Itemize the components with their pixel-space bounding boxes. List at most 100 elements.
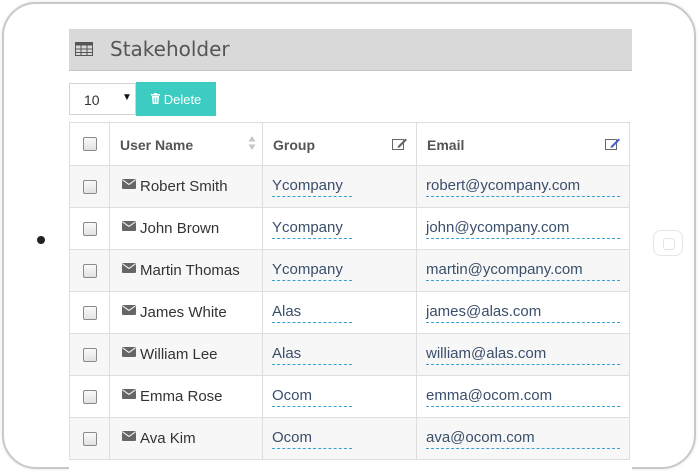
envelope-icon — [122, 386, 136, 403]
table-row: Robert Smith Ycompany robert@ycompany.com — [69, 165, 630, 208]
delete-button[interactable]: Delete — [136, 82, 216, 116]
group-editable[interactable]: Alas — [272, 303, 352, 323]
email-cell: ava@ocom.com — [416, 417, 630, 460]
group-cell: Ycompany — [262, 207, 417, 250]
table-row: William Lee Alas william@alas.com — [69, 333, 630, 376]
group-cell: Ycompany — [262, 165, 417, 208]
group-editable[interactable]: Ycompany — [272, 219, 352, 239]
envelope-icon — [122, 344, 136, 361]
email-editable[interactable]: martin@ycompany.com — [426, 261, 620, 281]
email-value: emma@ocom.com — [426, 387, 620, 407]
group-editable[interactable]: Ycompany — [272, 177, 352, 197]
user-name-cell: William Lee — [109, 333, 263, 376]
user-name-cell: Martin Thomas — [109, 249, 263, 292]
row-select-cell — [69, 207, 110, 250]
column-header-user-name[interactable]: User Name — [109, 122, 263, 166]
group-value: Ocom — [272, 387, 352, 407]
page-title: Stakeholder — [110, 37, 230, 61]
app-screen: Stakeholder 10 ▼ Delete User Name Group … — [69, 29, 632, 473]
email-editable[interactable]: john@ycompany.com — [426, 219, 620, 239]
group-value: Alas — [272, 345, 352, 365]
group-value: Ycompany — [272, 261, 352, 281]
row-checkbox[interactable] — [82, 263, 97, 278]
user-name: Emma Rose — [140, 387, 223, 405]
home-button[interactable] — [653, 230, 683, 256]
row-checkbox[interactable] — [82, 431, 97, 446]
group-editable[interactable]: Ocom — [272, 429, 352, 449]
table-header-row: User Name Group Email — [69, 122, 630, 166]
group-value: Ycompany — [272, 177, 352, 197]
email-cell: emma@ocom.com — [416, 375, 630, 418]
row-checkbox[interactable] — [82, 305, 97, 320]
user-name-cell: Ava Kim — [109, 417, 263, 460]
table-grid-icon — [75, 42, 93, 61]
user-name: Ava Kim — [140, 429, 196, 447]
email-cell: william@alas.com — [416, 333, 630, 376]
row-select-cell — [69, 291, 110, 334]
user-name: James White — [140, 303, 227, 321]
row-select-cell — [69, 249, 110, 292]
email-editable[interactable]: james@alas.com — [426, 303, 620, 323]
group-cell: Ocom — [262, 375, 417, 418]
email-value: robert@ycompany.com — [426, 177, 620, 197]
edit-icon[interactable] — [605, 137, 621, 153]
user-name: William Lee — [140, 345, 218, 363]
envelope-icon — [122, 260, 136, 277]
user-name: Martin Thomas — [140, 261, 240, 279]
user-name-cell: Emma Rose — [109, 375, 263, 418]
email-editable[interactable]: robert@ycompany.com — [426, 177, 620, 197]
select-all-checkbox[interactable] — [82, 137, 97, 151]
row-select-cell — [69, 375, 110, 418]
row-select-cell — [69, 165, 110, 208]
user-name: John Brown — [140, 219, 220, 237]
email-value: james@alas.com — [426, 303, 620, 323]
page-size-value: 10 — [84, 92, 100, 108]
group-editable[interactable]: Ycompany — [272, 261, 352, 281]
table-row: Emma Rose Ocom emma@ocom.com — [69, 375, 630, 418]
user-name-cell: Robert Smith — [109, 165, 263, 208]
email-cell: john@ycompany.com — [416, 207, 630, 250]
email-value: ava@ocom.com — [426, 429, 620, 449]
email-cell: martin@ycompany.com — [416, 249, 630, 292]
envelope-icon — [122, 218, 136, 235]
panel-header: Stakeholder — [69, 29, 632, 71]
email-value: william@alas.com — [426, 345, 620, 365]
group-cell: Ycompany — [262, 249, 417, 292]
row-select-cell — [69, 417, 110, 460]
edit-icon[interactable] — [392, 137, 408, 153]
group-cell: Alas — [262, 291, 417, 334]
group-editable[interactable]: Alas — [272, 345, 352, 365]
user-name-cell: James White — [109, 291, 263, 334]
table-row: James White Alas james@alas.com — [69, 291, 630, 334]
camera-dot — [37, 236, 45, 244]
group-value: Ocom — [272, 429, 352, 449]
select-all-cell — [69, 122, 110, 166]
stakeholder-table: User Name Group Email Robert Smith Ycomp… — [69, 122, 630, 460]
row-checkbox[interactable] — [82, 347, 97, 362]
row-checkbox[interactable] — [82, 221, 97, 236]
group-editable[interactable]: Ocom — [272, 387, 352, 407]
column-header-email: Email — [416, 122, 630, 166]
row-checkbox[interactable] — [82, 179, 97, 194]
envelope-icon — [122, 176, 136, 193]
sort-icon[interactable] — [248, 135, 256, 154]
email-editable[interactable]: william@alas.com — [426, 345, 620, 365]
user-name-cell: John Brown — [109, 207, 263, 250]
row-checkbox[interactable] — [82, 389, 97, 404]
table-row: Ava Kim Ocom ava@ocom.com — [69, 417, 630, 460]
group-cell: Ocom — [262, 417, 417, 460]
group-value: Ycompany — [272, 219, 352, 239]
table-row: John Brown Ycompany john@ycompany.com — [69, 207, 630, 250]
column-header-group: Group — [262, 122, 417, 166]
page-size-select[interactable]: 10 ▼ — [69, 83, 136, 115]
envelope-icon — [122, 302, 136, 319]
user-name: Robert Smith — [140, 177, 228, 195]
email-editable[interactable]: emma@ocom.com — [426, 387, 620, 407]
email-cell: james@alas.com — [416, 291, 630, 334]
email-editable[interactable]: ava@ocom.com — [426, 429, 620, 449]
email-cell: robert@ycompany.com — [416, 165, 630, 208]
email-value: martin@ycompany.com — [426, 261, 620, 281]
row-select-cell — [69, 333, 110, 376]
group-value: Alas — [272, 303, 352, 323]
envelope-icon — [122, 428, 136, 445]
